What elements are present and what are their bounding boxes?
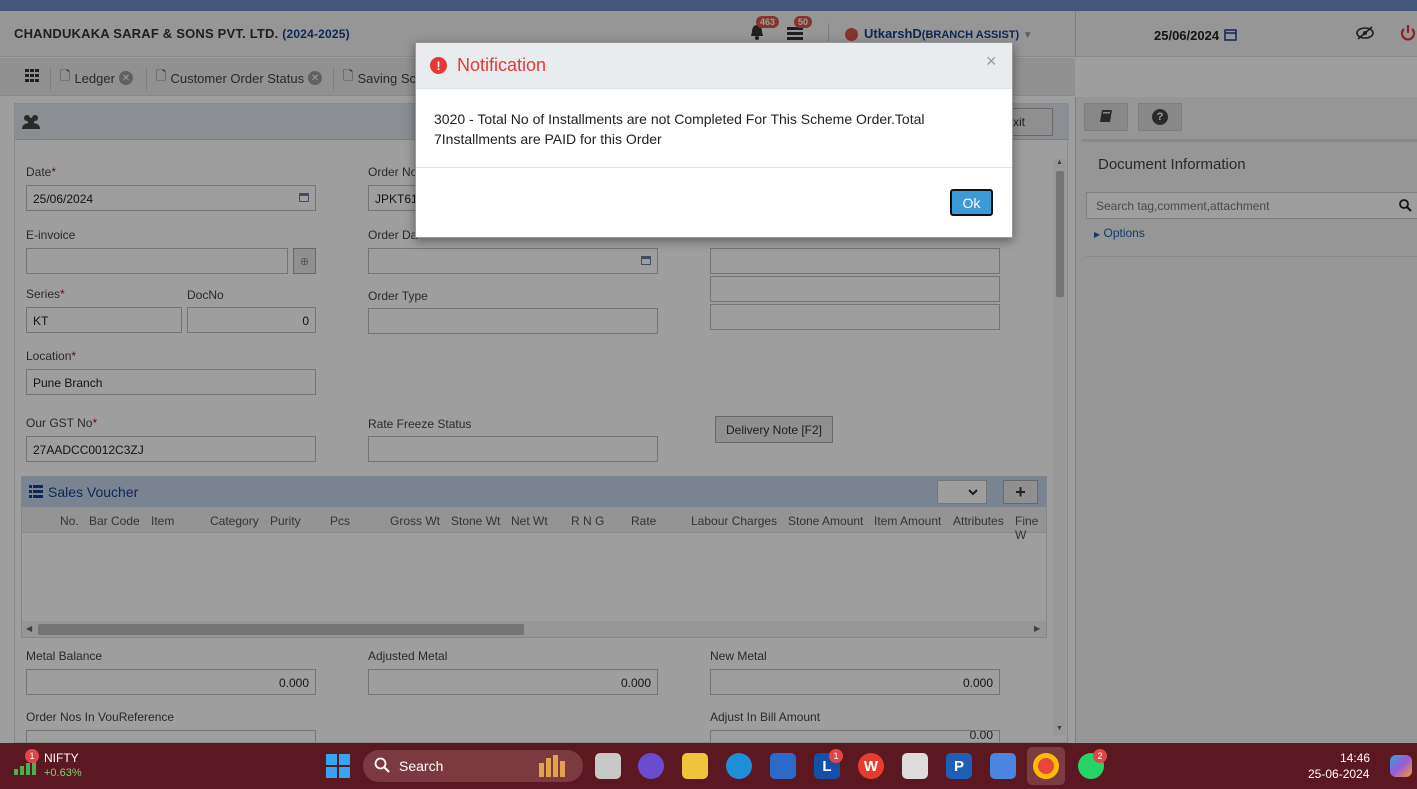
stock-change: +0.63% xyxy=(44,767,82,779)
clock-time[interactable]: 14:46 xyxy=(1340,751,1370,765)
store-icon[interactable] xyxy=(770,753,796,779)
close-icon[interactable]: × xyxy=(986,51,997,72)
search-label: Search xyxy=(399,758,444,774)
file-explorer-icon[interactable] xyxy=(682,753,708,779)
exclamation-circle-icon: ! xyxy=(430,57,447,74)
task-view-icon[interactable] xyxy=(595,753,621,779)
dialog-title: Notification xyxy=(457,55,547,75)
taskbar-search[interactable]: Search xyxy=(363,750,583,782)
meet-icon[interactable] xyxy=(638,753,664,779)
chrome-icon[interactable] xyxy=(1033,753,1059,779)
window-app-icon[interactable] xyxy=(902,753,928,779)
stock-name[interactable]: NIFTY xyxy=(44,751,79,765)
windows-start-icon[interactable] xyxy=(326,754,350,781)
stock-badge: 1 xyxy=(25,749,39,763)
wps-icon[interactable]: W xyxy=(858,753,884,779)
clock-date[interactable]: 25-06-2024 xyxy=(1308,767,1369,781)
p-app-icon[interactable]: P xyxy=(946,753,972,779)
search-highlight-icon xyxy=(537,755,569,780)
l-app-badge: 1 xyxy=(829,749,843,763)
ok-button[interactable]: Ok xyxy=(950,189,993,216)
dialog-message: 3020 - Total No of Installments are not … xyxy=(434,111,925,147)
search-icon xyxy=(374,757,390,776)
copilot-icon[interactable] xyxy=(1390,755,1412,777)
dialog-header: ! Notification × xyxy=(416,43,1012,89)
whatsapp-badge: 2 xyxy=(1093,749,1107,763)
notification-dialog: ! Notification × 3020 - Total No of Inst… xyxy=(415,42,1013,238)
dialog-divider xyxy=(416,167,1012,168)
windows-taskbar: 1 NIFTY +0.63% Search L 1 W P 2 14:46 25… xyxy=(0,743,1417,789)
notepad-icon[interactable] xyxy=(990,753,1016,779)
edge-icon[interactable] xyxy=(726,753,752,779)
